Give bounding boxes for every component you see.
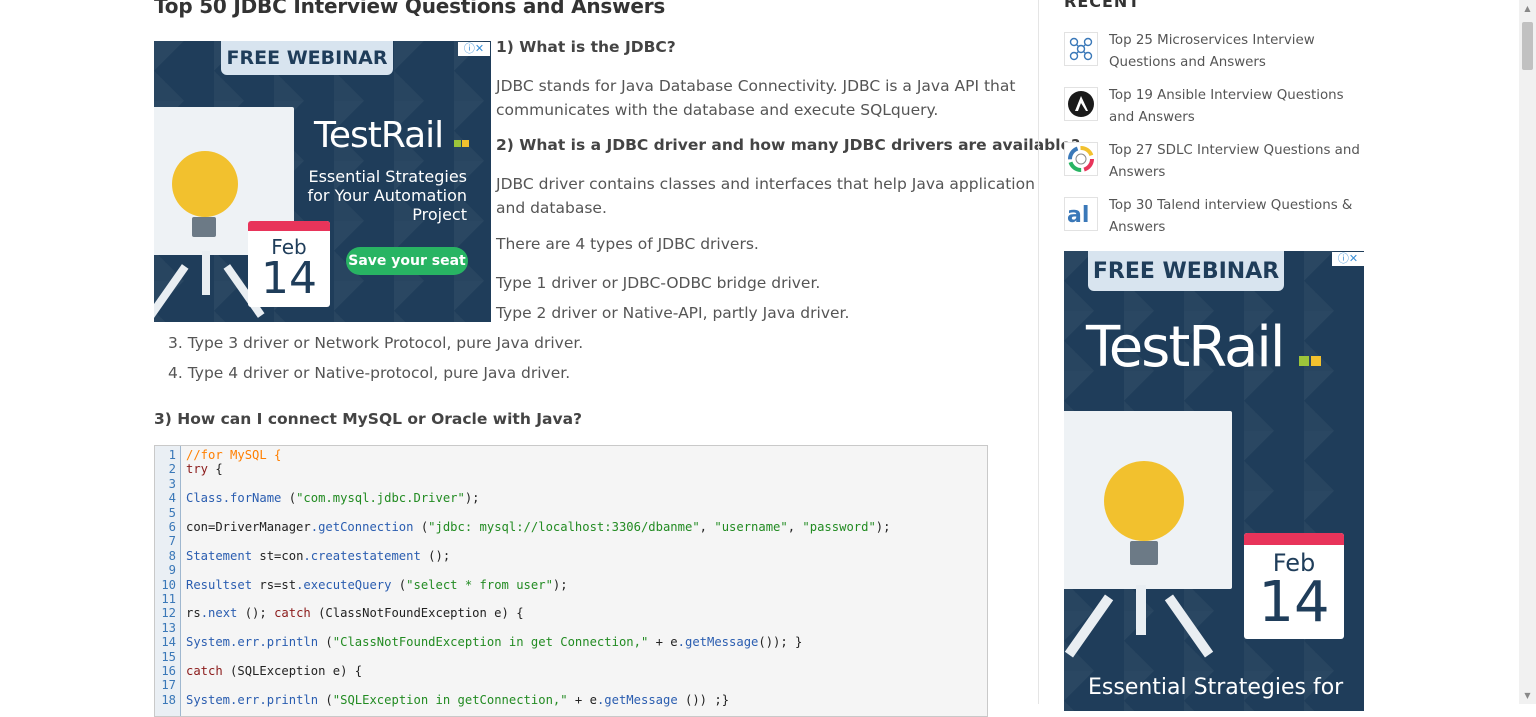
- driver-type-2: Type 2 driver or Native-API, partly Java…: [496, 304, 850, 322]
- lightbulb-base-icon: [192, 217, 216, 237]
- code-line-number: 2: [168, 462, 176, 477]
- driver-type-1: Type 1 driver or JDBC-ODBC bridge driver…: [496, 274, 821, 292]
- answer-1-line-1: JDBC stands for Java Database Connectivi…: [496, 77, 1016, 95]
- ad-board-leg-mid: [1136, 585, 1146, 635]
- calendar-day: 14: [1258, 570, 1330, 635]
- code-line-text: try {: [186, 462, 223, 477]
- code-line-number: 8: [168, 548, 176, 563]
- code-line-number: 3: [168, 476, 176, 491]
- question-2: 2) What is a JDBC driver and how many JD…: [496, 136, 1081, 154]
- content-sidebar-divider: [1038, 0, 1039, 704]
- sidebar-recent-title: RECENT: [1064, 0, 1141, 11]
- talend-icon: al: [1064, 197, 1098, 231]
- code-line-text: Statement st=con.createstatement ();: [186, 548, 451, 563]
- ad-brand-logo: TestRail: [314, 115, 469, 156]
- answer-1-line-2: communicates with the database and execu…: [496, 101, 939, 119]
- code-line-text: Resultset rs=st.executeQuery ("select * …: [186, 577, 568, 592]
- code-line-number: 17: [161, 678, 176, 693]
- code-line-number: 11: [161, 592, 176, 606]
- lightbulb-icon: [172, 151, 238, 217]
- adchoices-icon[interactable]: ⓘ✕: [1332, 252, 1364, 266]
- recent-link-label[interactable]: Top 27 SDLC Interview Questions and Answ…: [1109, 140, 1369, 183]
- lightbulb-icon: [1104, 461, 1184, 541]
- code-block[interactable]: 1 //for MySQL { 2 try { 3 4 Class.forName ("co…: [154, 445, 988, 717]
- recent-link-label[interactable]: Top 25 Microservices Interview Questions…: [1109, 30, 1369, 73]
- code-line-number: 16: [161, 664, 176, 678]
- code-line-number: 15: [161, 649, 176, 664]
- page-title: Top 50 JDBC Interview Questions and Answ…: [154, 0, 666, 18]
- scroll-down-arrow-icon[interactable]: ▼: [1519, 687, 1536, 704]
- page-scrollbar[interactable]: [1519, 0, 1536, 704]
- lightbulb-base-icon: [1130, 541, 1158, 565]
- code-line-number: 9: [168, 563, 176, 578]
- code-line-text: rs.next (); catch (ClassNotFoundExceptio…: [186, 606, 524, 621]
- answer-2-line-1: JDBC driver contains classes and interfa…: [496, 175, 1035, 193]
- adchoices-icon[interactable]: ⓘ✕: [458, 42, 490, 56]
- ad-tagline-line-2: for Your Automation: [307, 186, 467, 205]
- recent-link-label[interactable]: Top 19 Ansible Interview Questions and A…: [1109, 85, 1369, 128]
- ad-tagline: Essential Strategies for Your Automation…: [307, 167, 467, 224]
- ad-webinar-banner: FREE WEBINAR: [221, 41, 393, 75]
- code-line-text: System.err.println ("ClassNotFoundExcept…: [186, 635, 803, 650]
- code-line-number: 13: [161, 620, 176, 635]
- driver-type-4: 4. Type 4 driver or Native-protocol, pur…: [168, 364, 571, 382]
- ad-tagline-line-3: Project: [412, 205, 467, 224]
- ad-brand-name: TestRail: [1086, 315, 1285, 380]
- recent-link-label[interactable]: Top 30 Talend interview Questions & Answ…: [1109, 195, 1369, 238]
- ad-board-leg-mid: [202, 251, 210, 295]
- inline-ad[interactable]: FREE WEBINAR TestRail Essential Strategi…: [154, 41, 491, 322]
- code-line-number: 1: [168, 448, 176, 462]
- svg-text:al: al: [1067, 203, 1089, 228]
- testrail-squares-icon: [453, 115, 469, 156]
- code-line-text: Class.forName ("com.mysql.jdbc.Driver");: [186, 491, 480, 506]
- ad-brand-name: TestRail: [314, 115, 444, 156]
- microservices-icon: [1064, 32, 1098, 66]
- code-line-number: 18: [161, 692, 176, 707]
- code-line-text: con=DriverManager.getConnection ("jdbc: …: [186, 520, 891, 534]
- code-line-number: 7: [168, 534, 176, 549]
- code-line-number: 10: [161, 577, 176, 592]
- code-line-text: //for MySQL {: [186, 448, 282, 462]
- ad-brand-logo: TestRail: [1086, 315, 1322, 380]
- code-line-number: 6: [168, 520, 176, 534]
- sdlc-icon: [1064, 142, 1098, 176]
- calendar-icon: Feb 14: [1244, 533, 1344, 639]
- ad-webinar-banner: FREE WEBINAR: [1088, 251, 1284, 291]
- ad-tagline: Essential Strategies for: [1088, 675, 1344, 700]
- code-line-number: 12: [161, 606, 176, 621]
- ad-tagline-line-1: Essential Strategies: [308, 167, 467, 186]
- answer-2-line-2: and database.: [496, 199, 607, 217]
- scroll-up-arrow-icon[interactable]: ▲: [1519, 0, 1536, 17]
- code-line-number: 14: [161, 635, 176, 650]
- calendar-icon: Feb 14: [248, 221, 330, 307]
- code-line-number: 5: [168, 505, 176, 520]
- code-line-number: 4: [168, 491, 176, 506]
- calendar-day: 14: [261, 253, 317, 304]
- code-line-text: catch (SQLException e) {: [186, 664, 363, 678]
- save-your-seat-button[interactable]: Save your seat: [346, 247, 468, 275]
- testrail-squares-icon: [1299, 315, 1322, 380]
- question-3: 3) How can I connect MySQL or Oracle wit…: [154, 410, 583, 428]
- driver-type-3: 3. Type 3 driver or Network Protocol, pu…: [168, 334, 584, 352]
- question-1: 1) What is the JDBC?: [496, 38, 676, 56]
- sidebar-ad[interactable]: FREE WEBINAR TestRail Feb 14 Essential S…: [1064, 251, 1364, 711]
- code-line-text: System.err.println ("SQLException in get…: [186, 692, 730, 707]
- ansible-icon: [1064, 87, 1098, 121]
- scrollbar-thumb[interactable]: [1522, 22, 1533, 70]
- driver-types-intro: There are 4 types of JDBC drivers.: [496, 235, 759, 253]
